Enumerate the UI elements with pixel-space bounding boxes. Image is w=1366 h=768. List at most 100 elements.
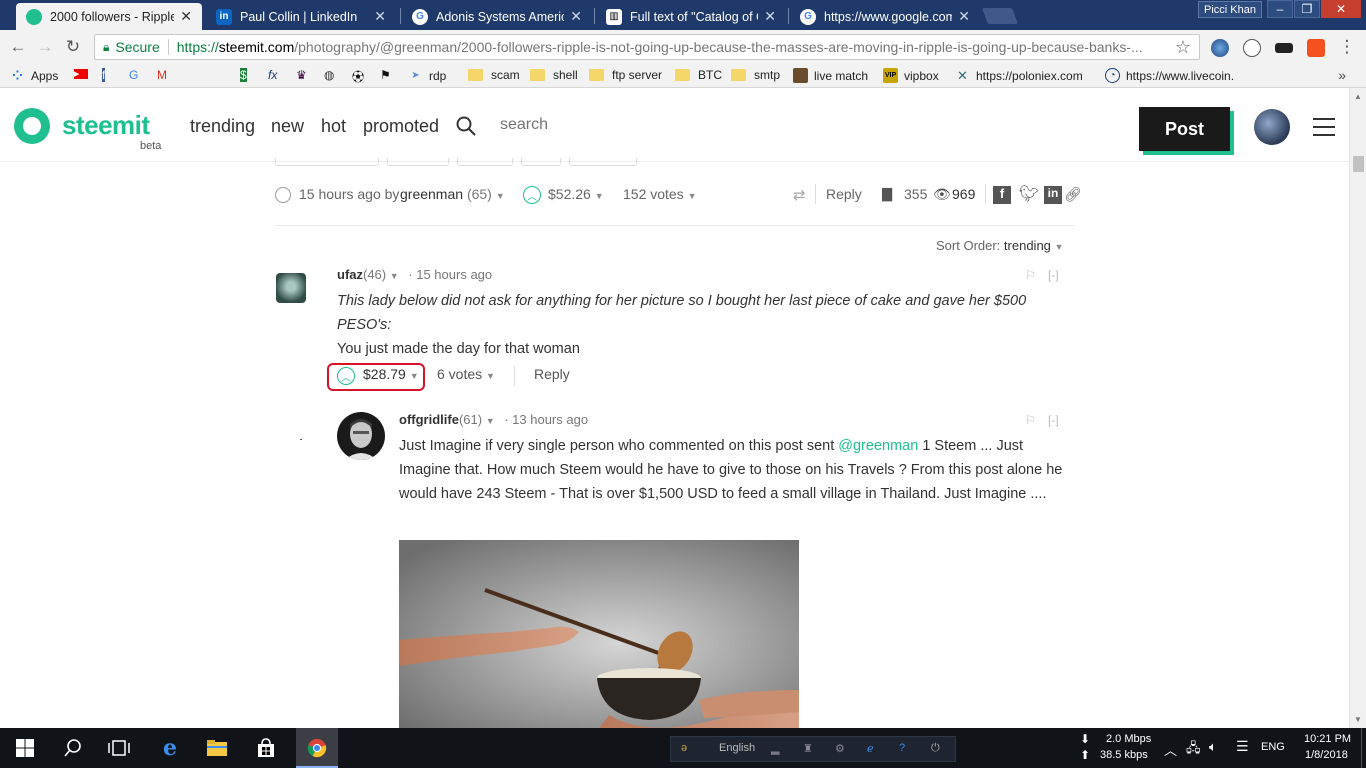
user-avatar[interactable]: [1254, 109, 1290, 145]
close-icon[interactable]: ✕: [374, 8, 386, 25]
sort-order[interactable]: Sort Order: trending ▼: [936, 238, 1063, 253]
search-icon[interactable]: [456, 116, 476, 136]
windows-start-icon[interactable]: [14, 738, 36, 758]
input-language[interactable]: ENG: [1261, 741, 1285, 753]
scroll-up-arrow-icon[interactable]: ▲: [1354, 92, 1362, 101]
bookmark-smtp[interactable]: smtp: [731, 68, 780, 82]
bookmark-poloniex[interactable]: ✕ https://poloniex.com: [955, 68, 1083, 83]
edge-browser-icon[interactable]: e: [159, 735, 181, 761]
bookmark-scam[interactable]: scam: [468, 68, 520, 82]
tab-linkedin[interactable]: in Paul Collin | LinkedIn ✕: [206, 3, 396, 30]
tag[interactable]: [521, 158, 561, 166]
steemit-logo-icon[interactable]: [14, 108, 50, 144]
comment-author[interactable]: ufaz(46) ▼ · 15 hours ago: [337, 267, 492, 282]
tab-google[interactable]: G https://www.google.com ✕: [790, 3, 980, 30]
upvote-icon[interactable]: ︿: [523, 186, 541, 204]
comment-avatar[interactable]: [337, 412, 385, 460]
close-icon[interactable]: ✕: [570, 8, 582, 25]
reload-icon[interactable]: ↻: [62, 36, 84, 58]
tag[interactable]: [457, 158, 513, 166]
tool-icon[interactable]: ♜: [803, 742, 813, 755]
bookmark-vipbox[interactable]: VIP vipbox: [883, 68, 939, 83]
keyboard-icon[interactable]: ▂: [771, 742, 779, 755]
mask-extension-icon[interactable]: [1275, 43, 1293, 53]
minimize-icon[interactable]: –: [1267, 0, 1293, 18]
new-tab-button[interactable]: [982, 8, 1018, 24]
post-reply-button[interactable]: Reply: [826, 186, 862, 202]
search-icon[interactable]: [62, 738, 84, 758]
comments-icon[interactable]: ▇: [882, 186, 892, 202]
facebook-icon[interactable]: f: [102, 68, 106, 82]
bookmark-apps[interactable]: ⁘ Apps: [10, 68, 58, 83]
globe-extension-icon[interactable]: [1211, 39, 1229, 57]
close-icon[interactable]: ✕: [180, 8, 192, 25]
comment-author[interactable]: offgridlife(61) ▼ · 13 hours ago: [399, 412, 588, 427]
close-window-icon[interactable]: ✕: [1321, 0, 1361, 18]
address-bar[interactable]: 🔒︎ Secure https://steemit.com/photograph…: [94, 34, 1200, 60]
back-arrow-icon[interactable]: ←: [7, 36, 29, 58]
scrollbar-thumb[interactable]: [1353, 156, 1364, 172]
search-input[interactable]: [500, 116, 700, 134]
tag[interactable]: [387, 158, 449, 166]
bookmark-star-icon[interactable]: ☆: [1175, 37, 1191, 58]
chrome-icon[interactable]: [306, 738, 328, 758]
notification-icon[interactable]: ☰: [1236, 738, 1249, 755]
clock-date[interactable]: 1/8/2018: [1305, 749, 1348, 761]
bookmark-livecoin[interactable]: ◔ https://www.livecoin.: [1105, 68, 1234, 83]
link-icon[interactable]: 🔗︎: [1064, 186, 1082, 203]
twitter-share-icon[interactable]: 🐦︎: [1019, 184, 1039, 204]
scroll-down-arrow-icon[interactable]: ▼: [1354, 715, 1362, 724]
nav-new[interactable]: new: [271, 116, 304, 137]
volume-icon[interactable]: 🔈︎: [1209, 739, 1217, 755]
show-desktop-button[interactable]: [1361, 728, 1366, 768]
user-mention-link[interactable]: @greenman: [838, 438, 918, 454]
post-author-link[interactable]: greenman (65) ▼: [400, 186, 505, 202]
settings-gear-icon[interactable]: ⚙: [835, 742, 845, 755]
menu-dots-icon[interactable]: ⋮: [1336, 36, 1358, 58]
restore-icon[interactable]: ❐: [1294, 0, 1320, 18]
bookmark-icon[interactable]: ◍: [324, 68, 334, 82]
task-view-icon[interactable]: [108, 738, 130, 758]
post-payout[interactable]: $52.26 ▼: [548, 186, 604, 202]
tag[interactable]: [569, 158, 637, 166]
comment-avatar[interactable]: [276, 273, 306, 303]
tab-steemit[interactable]: 2000 followers - Ripple is ✕: [16, 3, 202, 30]
tab-adonis[interactable]: G Adonis Systems America ✕: [402, 3, 592, 30]
profile-button[interactable]: Picci Khan: [1198, 1, 1262, 18]
clock-time[interactable]: 10:21 PM: [1304, 733, 1351, 745]
linkedin-share-icon[interactable]: in: [1044, 186, 1062, 204]
close-icon[interactable]: ✕: [764, 8, 776, 25]
flag-icon[interactable]: ⚐: [1025, 268, 1036, 282]
comment-reply-button[interactable]: Reply: [534, 366, 570, 382]
resteem-icon[interactable]: ⇄: [793, 186, 806, 204]
extension-icon[interactable]: [1307, 39, 1325, 57]
flag-icon[interactable]: ⚐: [1025, 413, 1036, 427]
post-votes[interactable]: 152 votes ▼: [623, 186, 697, 202]
post-button[interactable]: Post: [1139, 107, 1230, 151]
ime-logo-icon[interactable]: ə: [681, 742, 687, 754]
network-icon[interactable]: 🖧︎: [1186, 739, 1201, 761]
bookmark-icon[interactable]: fx: [268, 68, 277, 82]
facebook-share-icon[interactable]: f: [993, 186, 1011, 204]
premier-league-icon[interactable]: ♛: [296, 68, 307, 82]
forward-arrow-icon[interactable]: →: [34, 36, 56, 58]
nav-hot[interactable]: hot: [321, 116, 346, 137]
bookmark-icon[interactable]: $: [240, 68, 247, 82]
power-icon[interactable]: ⏻: [931, 742, 940, 755]
file-explorer-icon[interactable]: [206, 738, 228, 758]
nav-promoted[interactable]: promoted: [363, 116, 439, 137]
bookmark-icon[interactable]: ⚑: [380, 68, 391, 82]
tab-archive[interactable]: ▥ Full text of "Catalog of C ✕: [596, 3, 786, 30]
chevron-up-icon[interactable]: ︿: [1164, 740, 1177, 759]
extension-icon[interactable]: [1243, 39, 1261, 57]
site-logo-text[interactable]: steemit: [62, 110, 150, 141]
gmail-icon[interactable]: M: [157, 68, 167, 82]
bookmark-btc[interactable]: BTC: [675, 68, 722, 82]
football-icon[interactable]: ⚽︎: [352, 68, 364, 85]
comment-votes[interactable]: 6 votes ▼: [437, 366, 495, 382]
bookmark-shell[interactable]: shell: [530, 68, 578, 82]
hamburger-menu-icon[interactable]: [1313, 118, 1335, 136]
close-icon[interactable]: ✕: [958, 8, 970, 25]
tag[interactable]: [275, 158, 379, 166]
collapse-button[interactable]: [-]: [1048, 268, 1059, 282]
